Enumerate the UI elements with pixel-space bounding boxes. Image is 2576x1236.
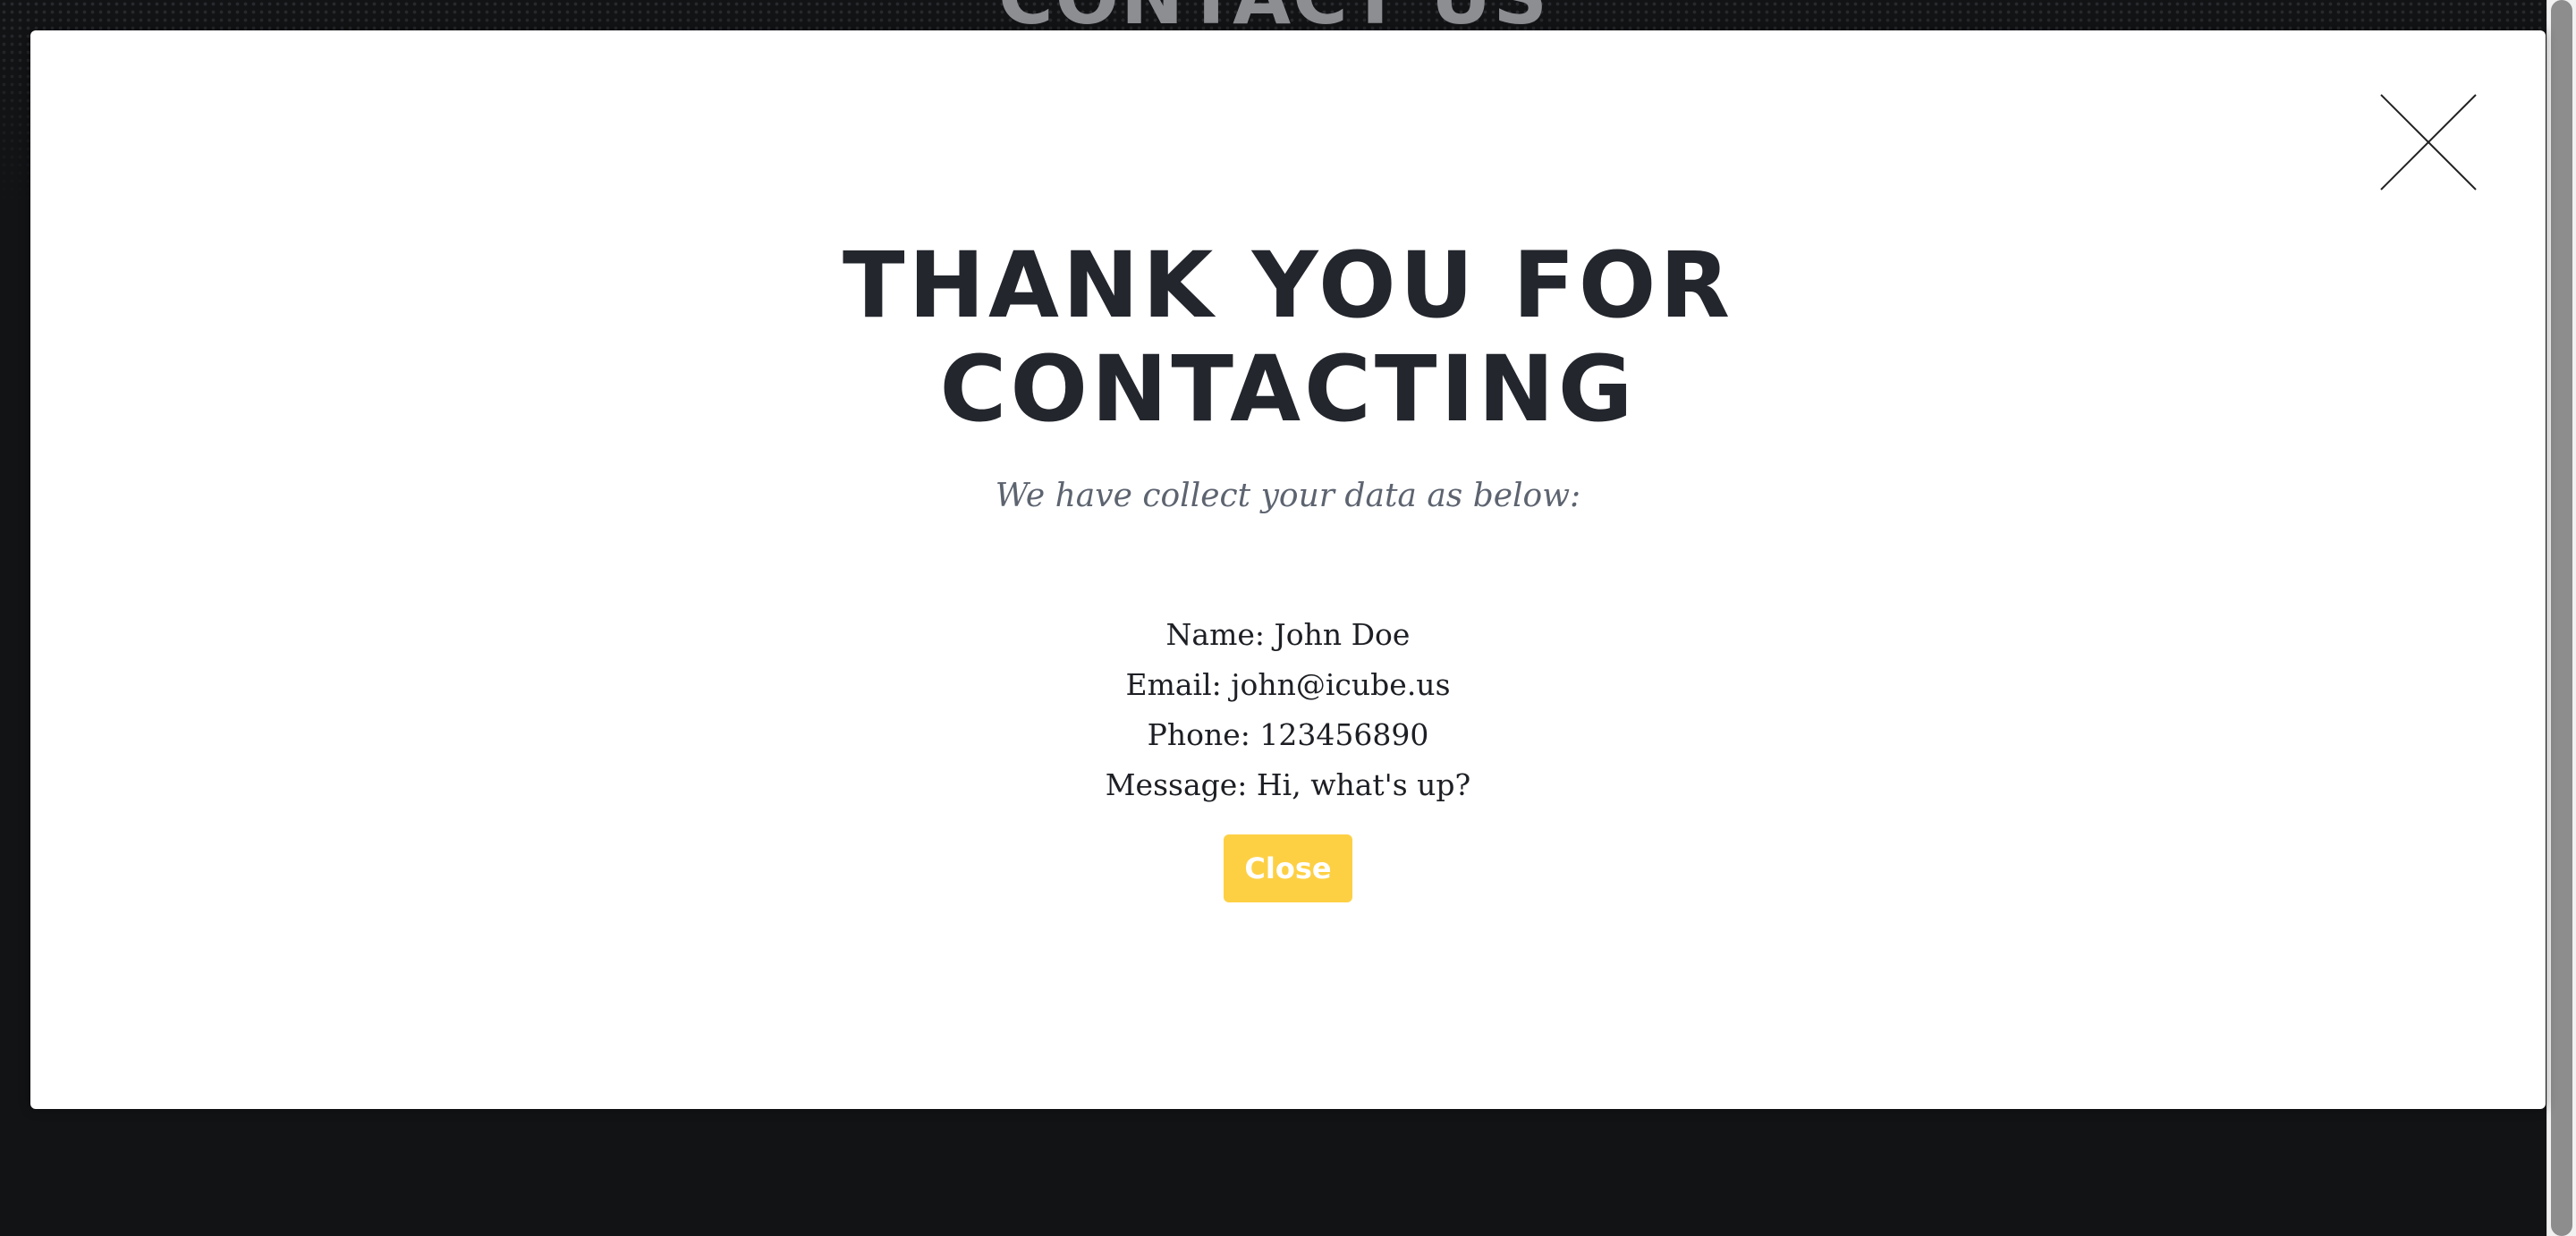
close-icon[interactable]: [2379, 93, 2478, 191]
name-field: Name: John Doe: [1165, 617, 1411, 652]
scrollbar[interactable]: [2546, 0, 2576, 1236]
modal-title-line2: CONTACTING: [939, 336, 1637, 443]
scrollbar-thumb[interactable]: [2551, 0, 2572, 1236]
close-button[interactable]: Close: [1224, 834, 1352, 902]
modal-title-line1: THANK YOU FOR: [843, 233, 1733, 339]
modal-title: THANK YOU FOR CONTACTING: [30, 234, 2546, 442]
message-field: Message: Hi, what's up?: [1105, 767, 1471, 802]
modal-subtitle: We have collect your data as below:: [995, 478, 1581, 514]
submitted-data-list: Name: John Doe Email: john@icube.us Phon…: [30, 610, 2546, 810]
phone-field: Phone: 123456890: [1147, 717, 1429, 752]
email-field: Email: john@icube.us: [1125, 667, 1451, 702]
thank-you-modal: THANK YOU FOR CONTACTING We have collect…: [30, 30, 2546, 1109]
